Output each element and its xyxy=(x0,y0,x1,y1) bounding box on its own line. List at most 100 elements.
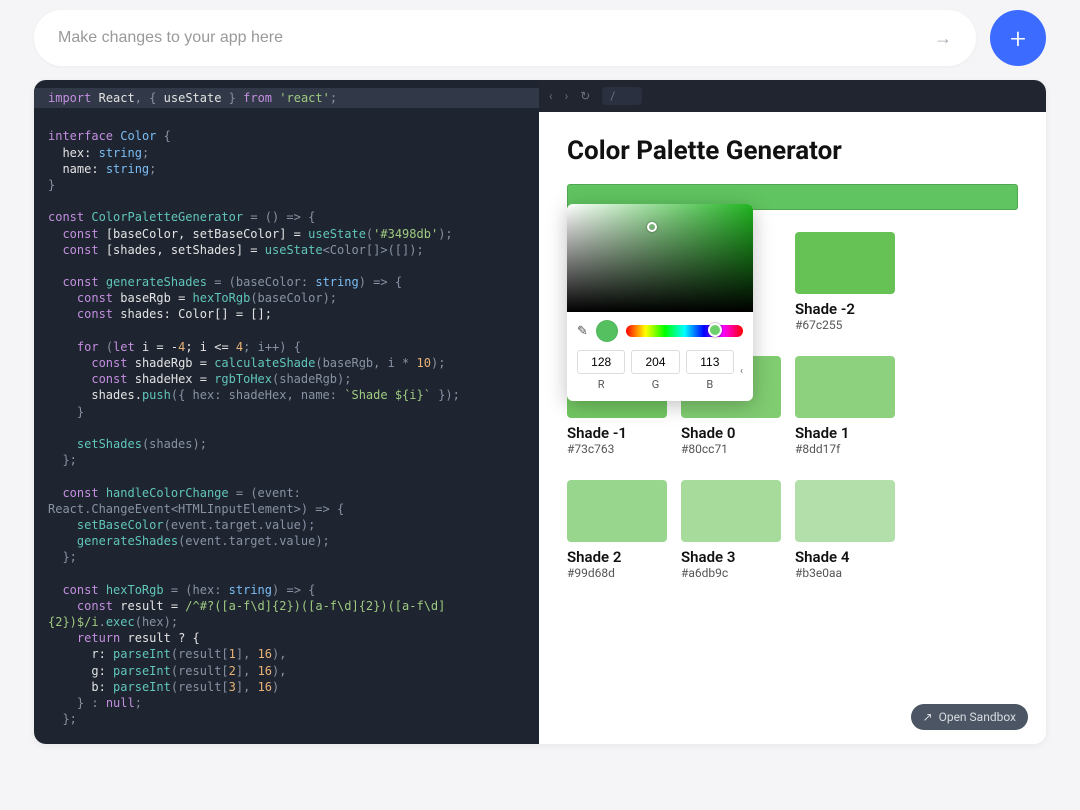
code-token: ); xyxy=(438,227,452,241)
swatch-name: Shade 2 xyxy=(567,548,667,566)
code-token: name: xyxy=(62,162,98,176)
code-token: = () => { xyxy=(250,210,315,224)
code-token: result ? { xyxy=(128,631,200,645)
code-token: generateShades xyxy=(106,275,207,289)
code-token: parseInt xyxy=(113,647,171,661)
code-token: const xyxy=(91,356,127,370)
code-token: setShades xyxy=(77,437,142,451)
swatch-name: Shade 0 xyxy=(681,424,781,442)
swatch-hex: #a6db9c xyxy=(681,566,781,580)
code-token: . xyxy=(99,615,106,629)
g-input[interactable] xyxy=(631,350,679,374)
code-token: shadeRgb = xyxy=(135,356,207,370)
preview-toolbar: ‹ › ↻ / xyxy=(539,80,1046,112)
swatch-chip[interactable] xyxy=(567,480,667,542)
prompt-input[interactable] xyxy=(58,29,934,47)
code-token: return xyxy=(77,631,120,645)
swatch-hex: #80cc71 xyxy=(681,442,781,456)
app-title: Color Palette Generator xyxy=(567,136,1018,166)
swatch-chip[interactable] xyxy=(795,232,895,294)
format-toggle-icon[interactable]: ‹ xyxy=(740,366,743,391)
code-token: useState xyxy=(308,227,366,241)
code-token: 1 xyxy=(229,647,236,661)
code-token: (baseRgb, i * xyxy=(315,356,416,370)
code-token: [shades, setShades] = xyxy=(106,243,258,257)
code-token: (event.target.value); xyxy=(164,518,316,532)
b-input[interactable] xyxy=(686,350,734,374)
swatch-chip[interactable] xyxy=(795,356,895,418)
code-token: useState xyxy=(164,91,222,105)
swatch-chip[interactable] xyxy=(681,480,781,542)
swatch-name: Shade -1 xyxy=(567,424,667,442)
code-token: interface xyxy=(48,129,113,143)
code-token: }; xyxy=(62,550,76,564)
code-token: ) xyxy=(272,680,279,694)
forward-button[interactable]: › xyxy=(565,89,569,103)
code-editor[interactable]: import React, { useState } from 'react';… xyxy=(34,80,539,744)
code-token: shades. xyxy=(91,388,142,402)
swatch-name: Shade -2 xyxy=(795,300,895,318)
eyedropper-icon[interactable]: ✎ xyxy=(577,324,588,339)
code-token: 16 xyxy=(258,680,272,694)
code-token: const xyxy=(62,243,98,257)
swatch-chip[interactable] xyxy=(795,480,895,542)
code-token: ; xyxy=(142,146,149,160)
code-token: hexToRgb xyxy=(193,291,251,305)
swatch: Shade 2#99d68d xyxy=(567,480,667,580)
new-button[interactable]: + xyxy=(990,10,1046,66)
sv-cursor-icon[interactable] xyxy=(647,222,657,232)
preview-pane: ‹ › ↻ / Color Palette Generator ✎ xyxy=(539,80,1046,744)
code-token: result = xyxy=(120,599,178,613)
saturation-value-pad[interactable] xyxy=(567,204,753,312)
submit-arrow-icon[interactable]: → xyxy=(934,28,952,49)
g-label: G xyxy=(631,378,679,391)
url-path[interactable]: / xyxy=(602,87,642,105)
code-token: const xyxy=(77,307,113,321)
code-token: } xyxy=(221,91,243,105)
reload-icon[interactable]: ↻ xyxy=(580,89,590,103)
code-token: } xyxy=(77,405,84,419)
code-token: r: xyxy=(91,647,105,661)
swatch-hex: #67c255 xyxy=(795,318,895,332)
code-token: 16 xyxy=(258,647,272,661)
code-token: (hex); xyxy=(135,615,178,629)
code-token: }); xyxy=(438,388,460,402)
code-token: (baseColor); xyxy=(250,291,337,305)
code-token: parseInt xyxy=(113,680,171,694)
hue-cursor-icon[interactable] xyxy=(708,323,722,337)
open-sandbox-button[interactable]: ↗ Open Sandbox xyxy=(911,704,1028,730)
code-token: null xyxy=(106,696,135,710)
code-token: g: xyxy=(91,664,105,678)
hue-slider[interactable] xyxy=(626,325,743,337)
back-button[interactable]: ‹ xyxy=(549,89,553,103)
code-token: ], xyxy=(236,647,258,661)
code-token: i = - xyxy=(142,340,178,354)
code-token: shades: Color[] = []; xyxy=(120,307,272,321)
code-token: exec xyxy=(106,615,135,629)
swatch-name: Shade 4 xyxy=(795,548,895,566)
code-token: 3 xyxy=(229,680,236,694)
swatch-hex: #8dd17f xyxy=(795,442,895,456)
prompt-bar[interactable]: → xyxy=(34,10,976,66)
swatch-name: Shade 1 xyxy=(795,424,895,442)
code-token: } : xyxy=(77,696,99,710)
color-preview-dot xyxy=(596,320,618,342)
code-token: 10 xyxy=(417,356,431,370)
code-token: ({ hex: shadeHex, name: xyxy=(171,388,337,402)
code-token: { xyxy=(164,129,171,143)
code-token: const xyxy=(62,583,98,597)
color-picker[interactable]: ✎ R G xyxy=(567,204,753,401)
r-input[interactable] xyxy=(577,350,625,374)
code-token: 'react' xyxy=(279,91,330,105)
code-token: (shadeRgb); xyxy=(272,372,351,386)
code-token: string xyxy=(106,162,149,176)
code-token: push xyxy=(142,388,171,402)
code-token: let xyxy=(113,340,135,354)
swatch-name: Shade 3 xyxy=(681,548,781,566)
external-link-icon: ↗ xyxy=(923,710,933,724)
swatch: Shade 3#a6db9c xyxy=(681,480,781,580)
code-token: const xyxy=(62,275,98,289)
code-token: (result[ xyxy=(171,647,229,661)
preview-body: Color Palette Generator ✎ R xyxy=(539,112,1046,744)
code-token: const xyxy=(77,291,113,305)
